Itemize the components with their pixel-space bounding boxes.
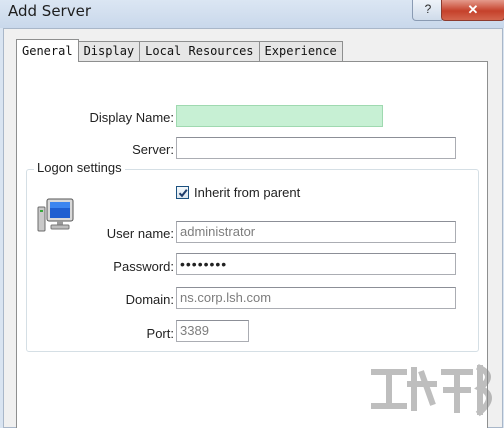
display-name-input[interactable]: [176, 105, 383, 127]
port-label: Port:: [146, 326, 174, 341]
watermark-logo: [371, 363, 492, 417]
help-button[interactable]: ?: [412, 0, 444, 21]
tab-strip: General Display Local Resources Experien…: [16, 39, 343, 62]
inherit-label: Inherit from parent: [194, 185, 301, 200]
username-label: User name:: [106, 226, 174, 241]
logon-settings-label: Logon settings: [34, 160, 125, 175]
password-input[interactable]: ••••••••: [176, 253, 456, 275]
display-name-label: Display Name:: [89, 110, 174, 125]
username-input[interactable]: administrator: [176, 221, 456, 243]
tab-experience[interactable]: Experience: [258, 41, 343, 61]
password-label: Password:: [113, 259, 174, 274]
window-title: Add Server: [8, 2, 91, 20]
tab-general[interactable]: General: [16, 39, 79, 62]
checkmark-icon: [178, 189, 188, 198]
tab-local-resources[interactable]: Local Resources: [139, 41, 260, 61]
tab-display[interactable]: Display: [77, 41, 141, 61]
server-label: Server:: [132, 142, 174, 157]
domain-label: Domain:: [125, 292, 174, 307]
title-bar[interactable]: Add Server ? ✕: [0, 0, 504, 28]
close-button[interactable]: ✕: [441, 0, 504, 21]
port-input[interactable]: 3389: [176, 320, 249, 342]
domain-input[interactable]: ns.corp.lsh.com: [176, 287, 456, 309]
inherit-checkbox[interactable]: [176, 186, 189, 199]
server-input[interactable]: [176, 137, 456, 159]
